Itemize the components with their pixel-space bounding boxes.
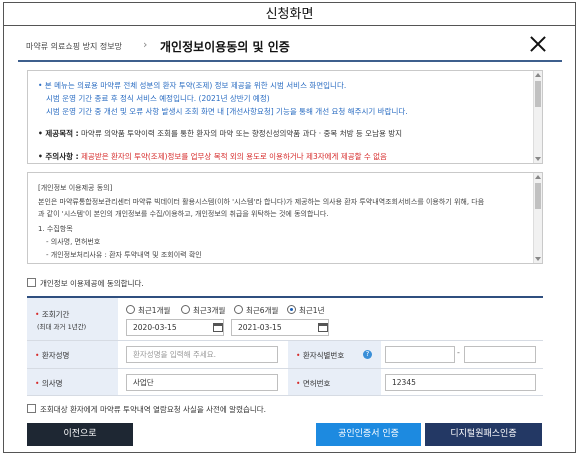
search-form: • 조회기간 (최대 과거 1년간) 최근1개월 최근3개월 최근6개월 최근1… xyxy=(27,296,543,396)
terms-heading: [개인정보 이용제공 동의] xyxy=(38,184,113,192)
consent-checkbox[interactable] xyxy=(27,278,36,287)
required-mark: • xyxy=(35,310,40,319)
patient-id-separator: - xyxy=(457,348,460,357)
notify-checkbox[interactable] xyxy=(27,404,36,413)
calendar-icon[interactable] xyxy=(213,323,223,332)
radio-3month-label[interactable]: 최근3개월 xyxy=(193,305,225,316)
license-number-input[interactable]: 12345 xyxy=(385,374,536,391)
notice-line-3: 시범 운영 기간 중 개선 및 오류 사항 발생시 조회 화면 내 [개선사항요… xyxy=(46,107,408,116)
required-mark: • xyxy=(296,379,301,388)
consent-label[interactable]: 개인정보 이용제공에 동의합니다. xyxy=(40,278,144,289)
doctor-name-input[interactable]: 사업단 xyxy=(126,374,278,391)
radio-1year[interactable] xyxy=(287,305,296,314)
patient-id-front-input[interactable] xyxy=(385,346,455,363)
cert-auth-button[interactable]: 공인인증서 인증 xyxy=(316,423,421,446)
notice-panel: • 본 메뉴는 의료용 마약류 전체 성분의 환자 투약(조제) 정보 제공을 … xyxy=(27,70,543,164)
purpose-text: 마약류 의약품 투약이력 조회를 통한 환자의 마약 또는 향정신성의약품 과다… xyxy=(81,129,403,138)
terms-item-1: 1. 수집항목 xyxy=(38,225,73,233)
notice-line-2: 시범 운영 기간 종료 후 정식 서비스 예정입니다. (2021년 상반기 예… xyxy=(46,94,270,103)
purpose-row: • 제공목적 : 마약류 의약품 투약이력 조회를 통한 환자의 마약 또는 향… xyxy=(38,128,402,139)
notice-scrollbar[interactable] xyxy=(533,71,542,163)
patient-name-label-cell: • 환자성명 xyxy=(27,341,118,368)
period-sublabel: (최대 과거 1년간) xyxy=(37,323,87,331)
breadcrumb-separator-icon: › xyxy=(143,38,148,51)
scroll-down-icon[interactable] xyxy=(535,157,541,161)
doctor-label-cell: • 의사명 xyxy=(27,369,118,396)
terms-line-1: 본인은 마약류통합정보관리센터 마약류 빅데이터 활용시스템(이하 '시스템'라… xyxy=(38,198,485,206)
notice-line-1: • 본 메뉴는 의료용 마약류 전체 성분의 환자 투약(조제) 정보 제공을 … xyxy=(38,81,347,90)
scroll-up-icon[interactable] xyxy=(535,73,541,77)
help-icon[interactable]: ? xyxy=(363,350,372,359)
digital-onepass-button[interactable]: 디지털원패스인증 xyxy=(425,423,542,446)
terms-item-1a: - 의사명, 면허번호 xyxy=(46,238,101,246)
patient-name-label: 환자성명 xyxy=(41,351,70,360)
notify-label[interactable]: 조회대상 환자에게 마약류 투약내역 열람요청 사실을 사전에 알렸습니다. xyxy=(40,404,266,415)
license-label-cell: • 면허번호 xyxy=(288,369,381,396)
period-label-cell: • 조회기간 (최대 과거 1년간) xyxy=(27,298,118,340)
doctor-label: 의사명 xyxy=(41,379,63,388)
prev-button[interactable]: 이전으로 xyxy=(27,423,133,446)
radio-1month[interactable] xyxy=(126,305,135,314)
patient-name-input[interactable]: 환자성명을 입력해 주세요. xyxy=(126,346,278,363)
radio-6month[interactable] xyxy=(234,305,243,314)
caption: 신청화면 xyxy=(4,3,575,26)
date-to-input[interactable]: 2021-03-15 xyxy=(231,319,329,336)
terms-panel: [개인정보 이용제공 동의] 본인은 마약류통합정보관리센터 마약류 빅데이터 … xyxy=(27,172,543,264)
terms-item-1b: - 개인정보처리사유 : 환자 투약내역 및 조회이력 확인 xyxy=(46,251,202,259)
license-label: 면허번호 xyxy=(302,379,331,388)
radio-1month-label[interactable]: 최근1개월 xyxy=(138,305,170,316)
terms-line-2: 과 같이 '시스템'이 본인의 개인정보를 수집/이용하고, 개인정보의 취급을… xyxy=(38,210,329,218)
terms-scrollbar[interactable] xyxy=(533,173,542,263)
caution-row: • 주의사항 : 제공받은 환자의 투약(조제)정보를 업무상 목적 외의 용도… xyxy=(38,151,387,162)
patient-id-label-cell: • 환자식별번호 ? xyxy=(288,341,381,368)
purpose-label: • 제공목적 : xyxy=(38,129,79,138)
close-icon[interactable] xyxy=(527,33,549,55)
scroll-thumb[interactable] xyxy=(535,81,541,107)
breadcrumb[interactable]: 마약류 의료쇼핑 방지 정보망 xyxy=(26,41,122,52)
dialog-header: 마약류 의료쇼핑 방지 정보망 › 개인정보이용동의 및 인증 xyxy=(18,30,562,62)
scroll-thumb[interactable] xyxy=(535,183,541,209)
patient-id-back-input[interactable] xyxy=(464,346,536,363)
radio-3month[interactable] xyxy=(181,305,190,314)
caution-text: 제공받은 환자의 투약(조제)정보를 업무상 목적 외의 용도로 이용하거나 제… xyxy=(81,152,387,161)
period-label: 조회기간 xyxy=(41,310,70,319)
row-divider xyxy=(27,395,543,396)
radio-6month-label[interactable]: 최근6개월 xyxy=(246,305,278,316)
radio-1year-label[interactable]: 최근1년 xyxy=(299,305,324,316)
page-title: 개인정보이용동의 및 인증 xyxy=(160,40,290,54)
calendar-icon[interactable] xyxy=(318,323,328,332)
required-mark: • xyxy=(35,351,40,360)
caution-label: • 주의사항 : xyxy=(38,152,79,161)
required-mark: • xyxy=(296,351,301,360)
scroll-down-icon[interactable] xyxy=(535,257,541,261)
scroll-up-icon[interactable] xyxy=(535,175,541,179)
required-mark: • xyxy=(35,379,40,388)
patient-id-label: 환자식별번호 xyxy=(302,351,345,360)
date-from-input[interactable]: 2020-03-15 xyxy=(126,319,224,336)
